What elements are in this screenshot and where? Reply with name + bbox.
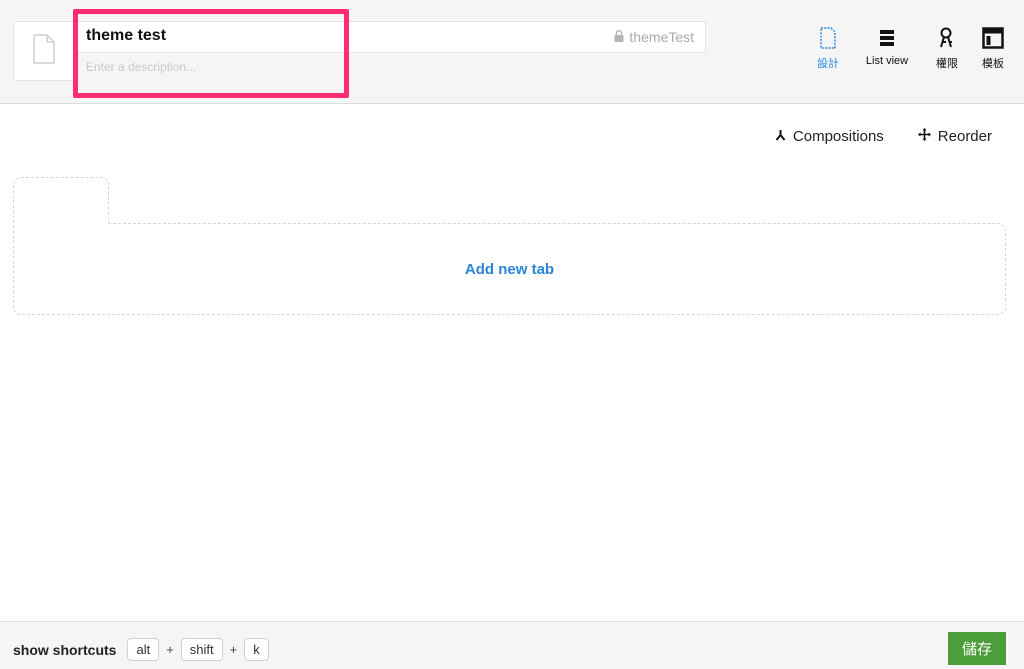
template-icon <box>982 26 1004 50</box>
tab-permissions-label: 權限 <box>936 58 958 70</box>
page-footer: show shortcuts alt + shift + k 儲存 <box>0 621 1024 669</box>
move-icon <box>917 128 931 145</box>
action-bar: Compositions Reorder <box>775 128 992 145</box>
key-k: k <box>244 638 269 661</box>
fork-icon <box>775 128 786 145</box>
tab-placeholder[interactable] <box>13 177 109 224</box>
lock-icon <box>614 29 624 45</box>
compositions-label: Compositions <box>792 128 884 145</box>
tab-list-view-label: List view <box>865 55 909 67</box>
tab-design-label: 設計 <box>817 58 839 70</box>
key-alt: alt <box>127 638 160 661</box>
save-button[interactable]: 儲存 <box>948 632 1006 665</box>
tab-permissions[interactable]: 權限 <box>930 26 964 71</box>
tab-design[interactable]: 設計 <box>810 26 846 71</box>
plus-separator: + <box>166 642 174 657</box>
document-icon <box>33 33 55 69</box>
compositions-button[interactable]: Compositions <box>775 128 884 145</box>
tab-template[interactable]: 模板 <box>976 26 1010 71</box>
document-icon <box>820 26 836 50</box>
page-header: theme test themeTest Enter a description… <box>0 0 1024 104</box>
show-shortcuts-label[interactable]: show shortcuts <box>13 642 116 658</box>
key-shift: shift <box>180 638 223 661</box>
keys-icon <box>938 26 956 50</box>
identifier-text: themeTest <box>629 29 694 45</box>
identifier-field: themeTest <box>614 29 694 45</box>
tab-list-view[interactable]: List view <box>858 26 916 71</box>
highlight-frame <box>73 9 349 98</box>
tab-panel: Add new tab <box>13 223 1006 315</box>
add-new-tab-button[interactable]: Add new tab <box>465 261 554 278</box>
shortcuts-hint: show shortcuts alt + shift + k <box>13 638 269 661</box>
reorder-label: Reorder <box>937 128 992 145</box>
tab-template-label: 模板 <box>982 58 1004 70</box>
reorder-button[interactable]: Reorder <box>917 128 992 145</box>
document-thumbnail <box>13 21 75 81</box>
plus-separator: + <box>229 642 238 657</box>
view-toolbar: 設計 List view 權限 模板 <box>810 26 1010 71</box>
list-icon <box>879 26 895 50</box>
